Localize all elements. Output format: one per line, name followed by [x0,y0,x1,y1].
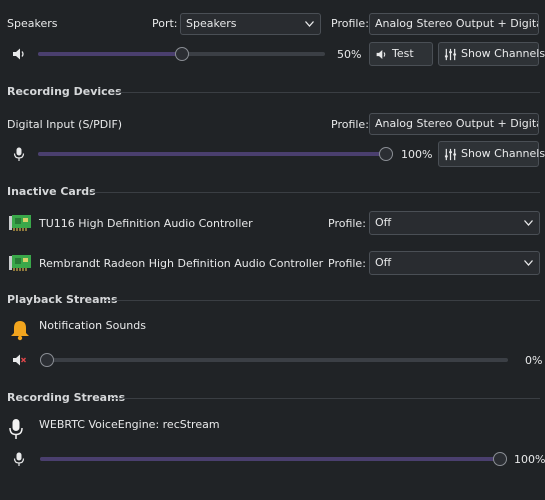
recording-devices-title: Recording Devices [7,85,122,98]
section-divider [105,300,540,301]
muted-speaker-icon[interactable] [11,352,27,368]
recording-stream-name: WEBRTC VoiceEngine: recStream [39,418,220,431]
microphone-volume-icon[interactable] [11,451,27,467]
section-divider [110,92,540,93]
playback-streams-title: Playback Streams [7,293,118,306]
channels-icon [444,148,457,160]
recording-device-volume-percent: 100% [401,148,433,161]
recording-device-volume-slider[interactable] [38,152,393,156]
recording-stream-volume-percent: 100% [514,453,545,466]
speaker-volume-icon[interactable] [11,46,27,62]
chevron-down-icon [305,21,314,27]
port-value: Speakers [186,17,237,30]
inactive-cards-title: Inactive Cards [7,185,96,198]
recording-streams-title: Recording Streams [7,391,126,404]
chevron-down-icon [524,220,533,226]
playback-stream-volume-percent: 0% [525,354,543,367]
channels-icon [444,48,457,60]
chevron-down-icon [524,260,533,266]
section-divider [88,192,540,193]
section-divider [110,398,540,399]
playback-stream-volume-handle[interactable] [40,353,54,367]
profile-label: Profile: [331,17,369,30]
output-volume-handle[interactable] [175,47,189,61]
bell-icon [11,321,29,341]
speakers-device-name: Speakers [7,17,58,30]
sound-card-icon [9,255,31,271]
playback-stream-volume-slider[interactable] [40,358,508,362]
recording-show-channels-button[interactable]: Show Channels [438,141,545,167]
output-show-channels-button[interactable]: Show Channels [438,42,545,66]
inactive-card-profile-label-2: Profile: [328,257,366,270]
recording-stream-volume-slider[interactable] [40,457,507,461]
recording-device-volume-handle[interactable] [379,147,393,161]
port-label: Port: [152,17,178,30]
inactive-card-name-1: TU116 High Definition Audio Controller [39,217,253,230]
test-button[interactable]: Test [369,42,433,66]
inactive-card-profile-label-1: Profile: [328,217,366,230]
speaker-icon [376,49,386,59]
inactive-card-name-2: Rembrandt Radeon High Definition Audio C… [39,257,324,270]
recording-stream-volume-handle[interactable] [493,452,507,466]
recording-show-channels-label: Show Channels [461,147,545,160]
recording-profile-label: Profile: [331,118,369,131]
show-channels-label: Show Channels [461,47,545,60]
recording-profile-value: Analog Stereo Output + Digital [375,117,539,130]
output-volume-fill [38,52,182,56]
microphone-icon [9,419,23,439]
output-profile-value: Analog Stereo Output + Digital [375,17,539,30]
inactive-card-profile-value-2: Off [375,256,392,269]
recording-profile-combobox[interactable]: Analog Stereo Output + Digital [369,113,539,135]
recording-device-name: Digital Input (S/PDIF) [7,118,123,131]
inactive-card-profile-combobox-1[interactable]: Off [369,211,540,235]
playback-stream-name: Notification Sounds [39,319,146,332]
port-combobox[interactable]: Speakers [180,13,321,35]
test-label: Test [392,47,414,60]
sound-card-icon [9,215,31,231]
inactive-card-profile-value-1: Off [375,216,392,229]
recording-stream-volume-fill [40,457,500,461]
recording-device-volume-fill [38,152,386,156]
inactive-card-profile-combobox-2[interactable]: Off [369,251,540,275]
microphone-volume-icon[interactable] [11,146,27,162]
output-profile-combobox[interactable]: Analog Stereo Output + Digital [369,13,539,35]
output-volume-percent: 50% [337,48,362,61]
